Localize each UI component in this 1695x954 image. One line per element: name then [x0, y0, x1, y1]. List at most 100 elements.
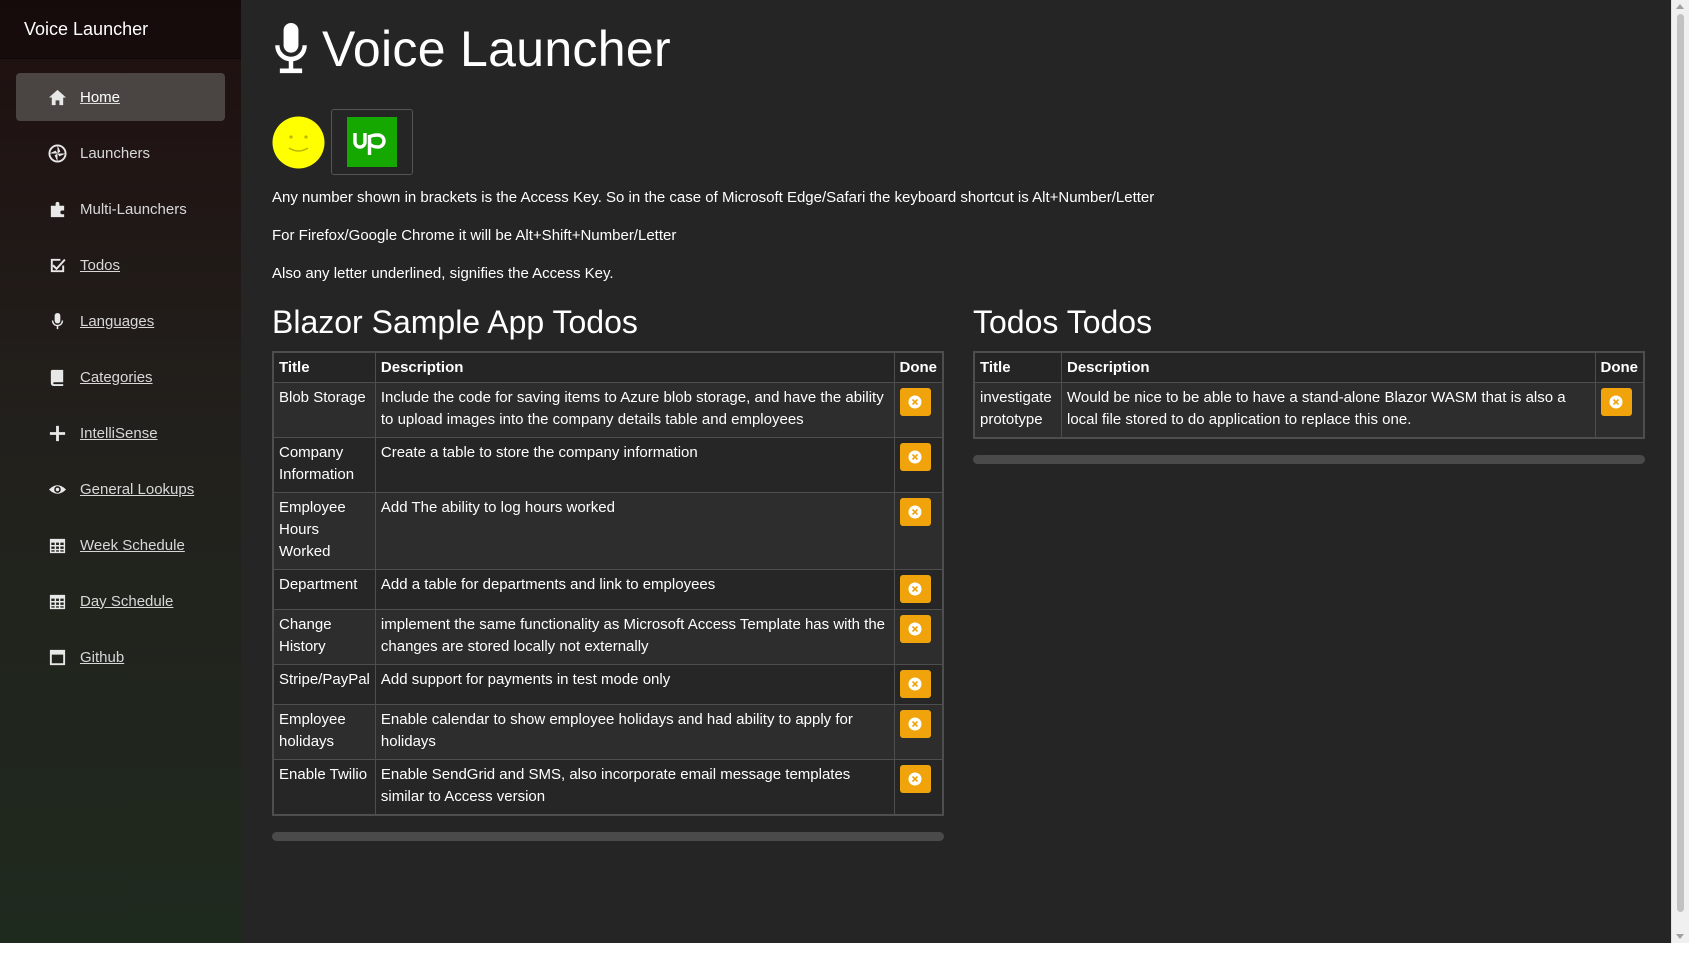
mark-done-button[interactable] [899, 615, 931, 643]
section-heading: Blazor Sample App Todos [272, 304, 638, 340]
sidebar-item-label: Day Schedule [80, 592, 174, 610]
scrollbar-thumb[interactable] [1677, 14, 1684, 912]
done-cell [893, 382, 944, 438]
column-header-description: Description [374, 351, 895, 383]
table-row: Enable Twilio Enable SendGrid and SMS, al… [272, 759, 944, 816]
blazor-todos-table: Title Description Done Blob Storage Inclu… [272, 351, 944, 816]
sidebar-item-label: Week Schedule [80, 536, 185, 554]
close-circle-icon [908, 582, 922, 596]
window-bottom-edge [0, 943, 1695, 954]
puzzle-icon [47, 199, 67, 219]
column-header-done: Done [1594, 351, 1645, 383]
sidebar-item-launchers[interactable]: Launchers [16, 129, 225, 177]
todo-title: Employee Hours Worked [272, 492, 376, 570]
mark-done-button[interactable] [899, 443, 931, 471]
browser-window-icon [47, 647, 67, 667]
table-row: Department Add a table for departments an… [272, 569, 944, 610]
todo-title: Company Information [272, 437, 376, 493]
microphone-icon [275, 23, 307, 74]
mark-done-button[interactable] [899, 765, 931, 793]
sidebar-item-label: Github [80, 648, 125, 666]
sidebar-item-home[interactable]: Home [16, 73, 225, 121]
done-cell [893, 492, 944, 570]
sidebar-item-label: General Lookups [80, 480, 195, 498]
close-circle-icon [1609, 395, 1623, 409]
todo-description: Add support for payments in test mode on… [374, 664, 895, 705]
scroll-down-arrow-icon[interactable] [1676, 934, 1684, 939]
sidebar-item-label: Languages [80, 312, 155, 330]
todo-description: Add a table for departments and link to … [374, 569, 895, 610]
table-row: Company Information Create a table to sto… [272, 437, 944, 493]
todo-sections: Blazor Sample App Todos Title Descriptio… [272, 303, 1671, 841]
horizontal-scrollbar[interactable] [272, 832, 944, 841]
todo-title: investigate prototype [973, 382, 1062, 439]
close-circle-icon [908, 717, 922, 731]
sidebar-item-categories[interactable]: Categories [16, 353, 225, 401]
todo-title: Blob Storage [272, 382, 376, 438]
page-title: Voice Launcher [272, 18, 1671, 80]
mark-done-button[interactable] [899, 710, 931, 738]
close-circle-icon [908, 450, 922, 464]
horizontal-scrollbar[interactable] [973, 455, 1645, 464]
sidebar-item-todos[interactable]: Todos [16, 241, 225, 289]
checkbox-icon [47, 255, 67, 275]
todo-title: Department [272, 569, 376, 610]
close-circle-icon [908, 395, 922, 409]
todo-description: Add The ability to log hours worked [374, 492, 895, 570]
mark-done-button[interactable] [899, 670, 931, 698]
sidebar-item-day-schedule[interactable]: Day Schedule [16, 577, 225, 625]
mark-done-button[interactable] [899, 498, 931, 526]
plus-icon [47, 423, 67, 443]
sidebar-item-intellisense[interactable]: IntelliSense [16, 409, 225, 457]
info-text: Also any letter underlined, signifies th… [272, 265, 614, 282]
book-icon [47, 367, 67, 387]
sidebar-item-label: Home [80, 88, 121, 106]
scroll-up-arrow-icon[interactable] [1676, 4, 1684, 9]
todos-todos-section: Todos Todos Title Description Done inves… [973, 303, 1645, 841]
sidebar-item-label: IntelliSense [80, 424, 158, 442]
todo-description: Enable calendar to show employee holiday… [374, 704, 895, 760]
blazor-todos-section: Blazor Sample App Todos Title Descriptio… [272, 303, 944, 841]
aperture-icon [47, 143, 67, 163]
section-heading: Todos Todos [973, 304, 1153, 340]
sidebar-item-label: Launchers [80, 144, 151, 162]
done-cell [893, 609, 944, 665]
upwork-link[interactable] [331, 109, 413, 175]
todo-title: Employee holidays [272, 704, 376, 760]
done-cell [893, 437, 944, 493]
table-row: Stripe/PayPal Add support for payments in… [272, 664, 944, 705]
done-cell [893, 569, 944, 610]
mark-done-button[interactable] [899, 388, 931, 416]
home-icon [47, 87, 67, 107]
close-circle-icon [908, 677, 922, 691]
sidebar-item-multi-launchers[interactable]: Multi-Launchers [16, 185, 225, 233]
vertical-scrollbar[interactable] [1671, 0, 1689, 943]
todo-title: Enable Twilio [272, 759, 376, 816]
column-header-title: Title [272, 351, 376, 383]
mark-done-button[interactable] [899, 575, 931, 603]
close-circle-icon [908, 622, 922, 636]
table-row: Change History implement the same functio… [272, 609, 944, 665]
todo-description: Would be nice to be able to have a stand… [1061, 382, 1596, 439]
sidebar-item-week-schedule[interactable]: Week Schedule [16, 521, 225, 569]
sidebar-item-general-lookups[interactable]: General Lookups [16, 465, 225, 513]
main-content: Voice Launcher Any number shown in brack… [241, 0, 1671, 943]
column-header-description: Description [1061, 351, 1596, 383]
todo-description: Include the code for saving items to Azu… [374, 382, 895, 438]
done-cell [893, 704, 944, 760]
todos-todos-table: Title Description Done investigate proto… [973, 351, 1645, 439]
brand-title[interactable]: Voice Launcher [0, 0, 241, 59]
sidebar-item-label: Todos [80, 256, 121, 274]
done-cell [893, 759, 944, 816]
logo-row [272, 108, 1671, 176]
done-cell [1594, 382, 1645, 439]
nav-menu: Home Launchers Multi-Launchers Todos Lan… [0, 59, 241, 681]
column-header-done: Done [893, 351, 944, 383]
sidebar-item-languages[interactable]: Languages [16, 297, 225, 345]
sidebar-item-github[interactable]: Github [16, 633, 225, 681]
mark-done-button[interactable] [1600, 388, 1632, 416]
info-text: For Firefox/Google Chrome it will be Alt… [272, 227, 677, 244]
todo-title: Stripe/PayPal [272, 664, 376, 705]
todo-description: Enable SendGrid and SMS, also incorporat… [374, 759, 895, 816]
table-row: investigate prototype Would be nice to be… [973, 382, 1645, 439]
